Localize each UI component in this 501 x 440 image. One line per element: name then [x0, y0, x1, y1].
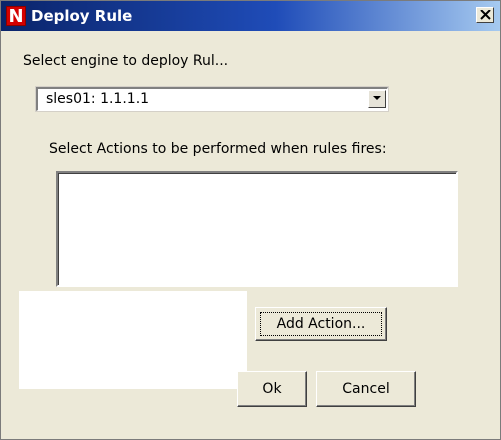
cancel-button[interactable]: Cancel: [316, 371, 416, 407]
chevron-down-icon: [373, 96, 381, 100]
engine-label: Select engine to deploy Rul...: [23, 53, 229, 69]
dialog-title: Deploy Rule: [31, 7, 133, 25]
title-bar[interactable]: N Deploy Rule: [1, 1, 500, 31]
add-action-button[interactable]: Add Action...: [255, 307, 387, 341]
engine-selected-value: sles01: 1.1.1.1: [46, 91, 150, 107]
ok-button[interactable]: Ok: [237, 371, 307, 407]
ok-label: Ok: [262, 381, 282, 397]
cancel-label: Cancel: [342, 381, 390, 397]
close-button[interactable]: [476, 7, 494, 23]
engine-dropdown[interactable]: sles01: 1.1.1.1: [35, 86, 389, 112]
novell-n-icon: N: [6, 6, 26, 26]
deploy-rule-dialog: N Deploy Rule Select engine to deploy Ru…: [0, 0, 501, 440]
button-area-panel: [19, 291, 247, 389]
actions-list[interactable]: [56, 171, 458, 287]
dropdown-arrow-button[interactable]: [368, 90, 386, 108]
close-icon: [480, 10, 491, 20]
add-action-label: Add Action...: [276, 316, 366, 332]
actions-label: Select Actions to be performed when rule…: [49, 141, 387, 157]
